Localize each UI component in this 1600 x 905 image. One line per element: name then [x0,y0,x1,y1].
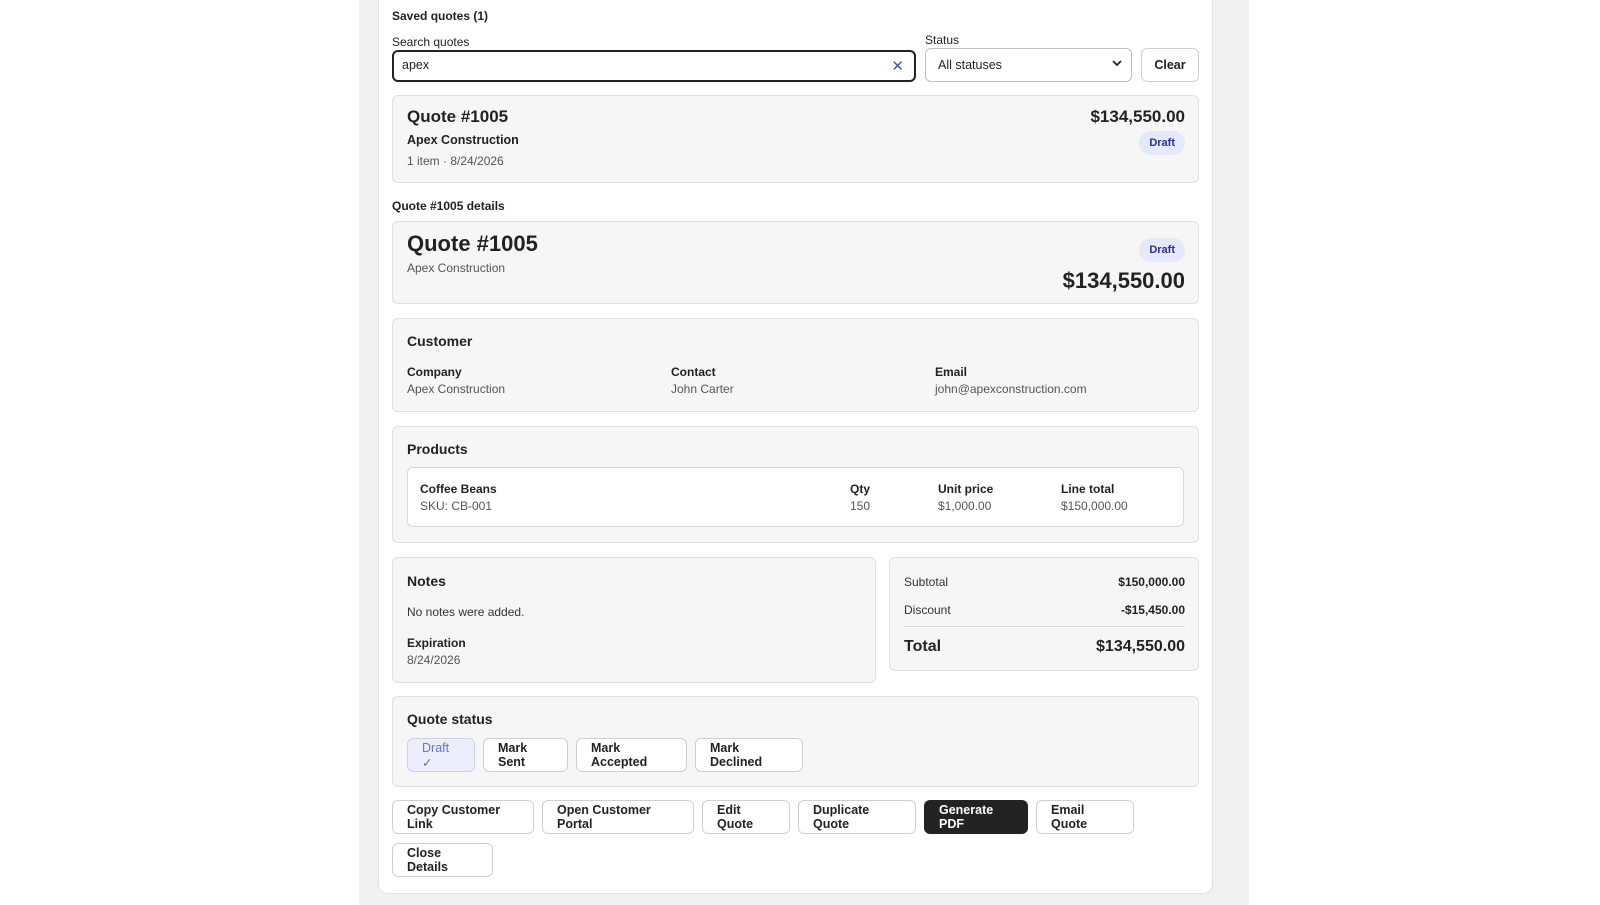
qty-label: Qty [850,482,871,496]
status-badge: Draft [1139,131,1185,155]
total-value: $134,550.00 [1096,638,1185,655]
qty-value: 150 [850,499,871,513]
email-value: john@apexconstruction.com [935,382,1087,396]
total-label: Total [904,638,942,655]
status-draft-button[interactable]: Draft ✓ [407,738,475,772]
discount-value: -$15,450.00 [1120,603,1185,617]
subtotal-value: $150,000.00 [1118,575,1185,589]
line-total-label: Line total [1061,482,1115,496]
discount-label: Discount [904,603,951,617]
customer-card [392,318,1199,412]
totals-divider [904,626,1185,627]
mark-declined-button[interactable]: Mark Declined [695,738,803,772]
line-total-value: $150,000.00 [1061,499,1128,513]
details-amount: $134,550.00 [1062,268,1185,293]
clear-button[interactable]: Clear [1141,48,1199,82]
company-label: Company [407,365,462,379]
contact-value: John Carter [671,382,734,396]
quote-status-heading: Quote status [407,711,493,727]
duplicate-quote-button[interactable]: Duplicate Quote [798,800,916,834]
status-select-value: All statuses [938,58,1002,72]
subtotal-label: Subtotal [904,575,949,589]
products-heading: Products [407,441,468,457]
product-row [407,467,1184,527]
search-label: Search quotes [392,35,470,49]
notes-card [392,557,876,683]
customer-heading: Customer [407,333,473,349]
status-label: Status [925,33,960,47]
quote-card-amount: $134,550.00 [1090,107,1185,126]
quote-card-company: Apex Construction [407,133,519,147]
details-heading: Quote #1005 details [392,199,505,213]
status-select[interactable]: All statuses [925,48,1132,82]
quote-card-meta: 1 item · 8/24/2026 [407,154,504,168]
email-quote-button[interactable]: Email Quote [1036,800,1134,834]
search-field[interactable]: ✕ [392,50,916,82]
email-label: Email [935,365,968,379]
saved-quotes-heading: Saved quotes (1) [392,9,489,23]
mark-sent-button[interactable]: Mark Sent [483,738,568,772]
expiration-value: 8/24/2026 [407,653,461,667]
close-details-button[interactable]: Close Details [392,843,493,877]
unit-price-label: Unit price [938,482,994,496]
notes-heading: Notes [407,573,446,589]
notes-text: No notes were added. [407,605,525,619]
unit-price-value: $1,000.00 [938,499,992,513]
mark-accepted-button[interactable]: Mark Accepted [576,738,687,772]
product-name: Coffee Beans [420,482,497,496]
contact-label: Contact [671,365,716,379]
close-icon[interactable]: ✕ [891,57,904,75]
details-company: Apex Construction [407,261,506,275]
expiration-label: Expiration [407,636,466,650]
search-input[interactable] [402,58,872,72]
company-value: Apex Construction [407,382,506,396]
details-status-badge: Draft [1139,238,1185,262]
open-customer-portal-button[interactable]: Open Customer Portal [542,800,694,834]
product-sku: SKU: CB-001 [420,499,493,513]
chevron-down-icon [1111,57,1123,72]
generate-pdf-button[interactable]: Generate PDF [924,800,1028,834]
quote-card-title: Quote #1005 [407,107,509,126]
edit-quote-button[interactable]: Edit Quote [702,800,790,834]
details-title: Quote #1005 [407,231,538,256]
copy-customer-link-button[interactable]: Copy Customer Link [392,800,534,834]
